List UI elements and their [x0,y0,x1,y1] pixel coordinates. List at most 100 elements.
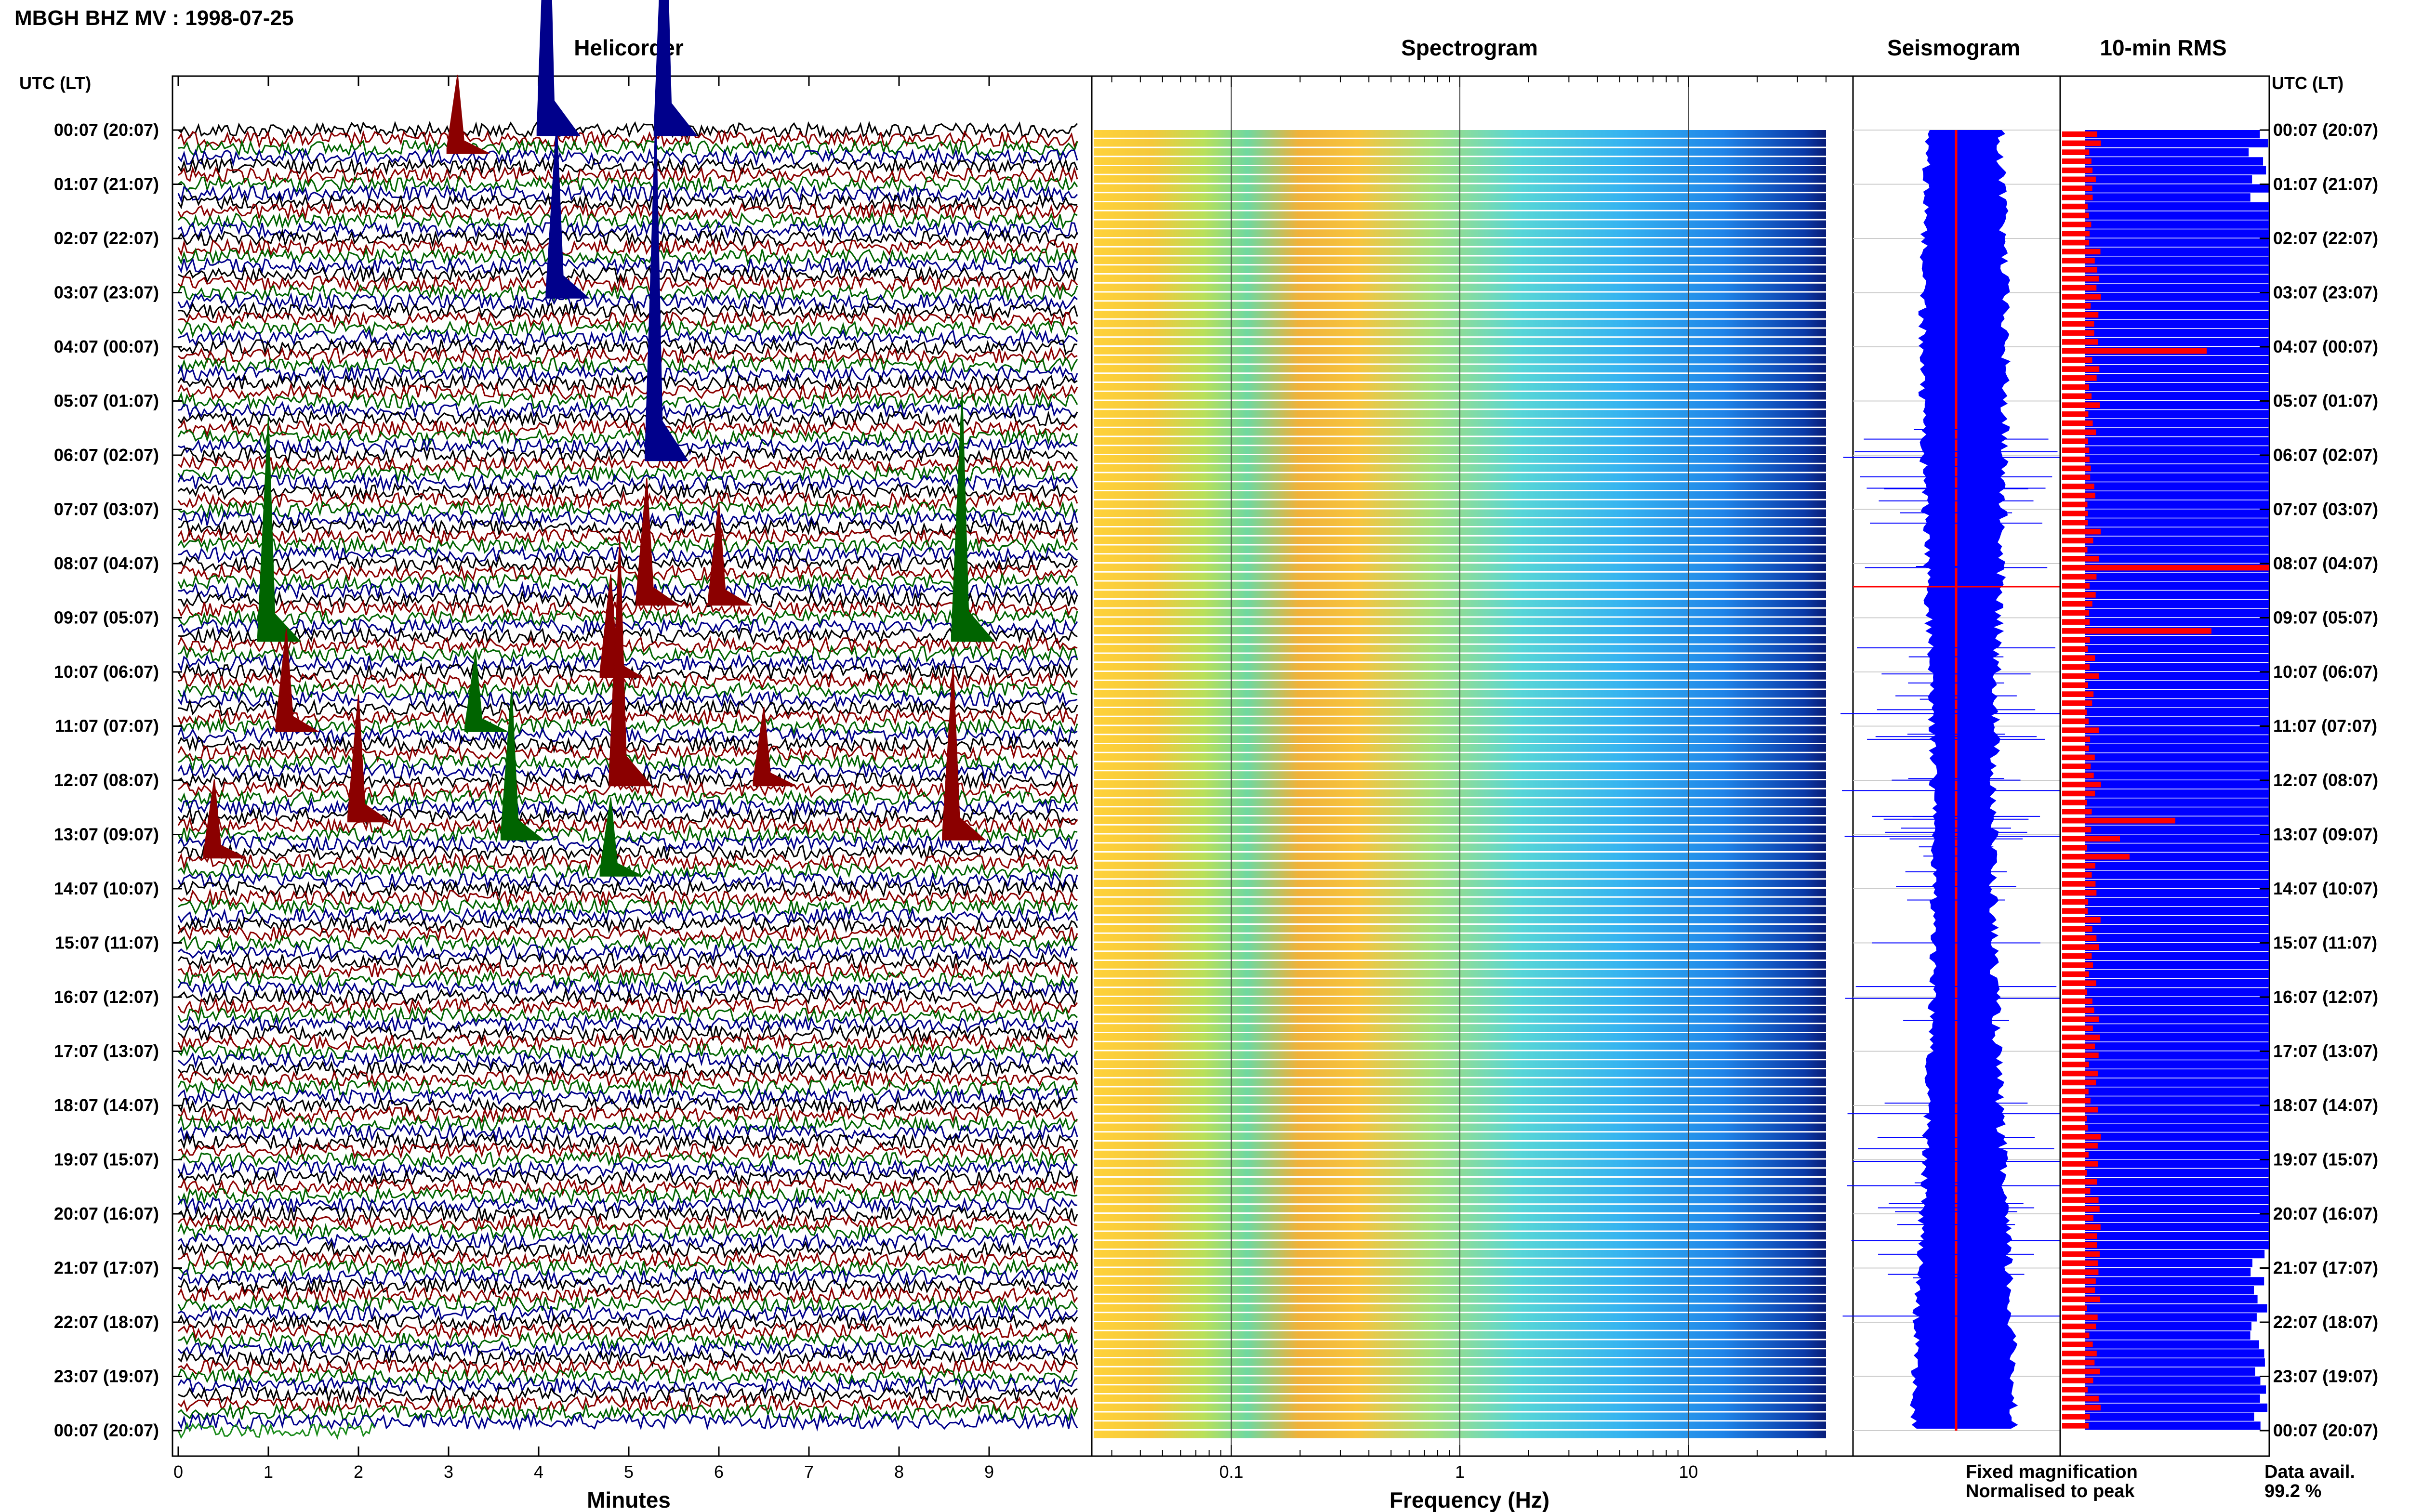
rms-bar-normalised [2062,962,2093,968]
rms-bar-normalised [2062,718,2089,724]
rms-bar-normalised [2062,1368,2100,1375]
rms-bar-normalised [2062,447,2090,453]
rms-bar-fixed [2085,880,2269,888]
rms-bar-fixed [2085,1313,2257,1322]
rms-bar-fixed [2085,527,2269,536]
rms-bar-fixed [2085,789,2269,798]
rms-bar-fixed [2085,663,2269,671]
rms-bar-normalised [2062,538,2093,544]
rms-bar-normalised [2062,809,2092,815]
rms-bar-fixed [2085,925,2269,933]
rms-bar-normalised [2062,1287,2095,1293]
right-time-label: 11:07 (07:07) [2273,716,2377,736]
rms-bar-normalised [2062,655,2095,661]
rms-bar-fixed [2085,383,2269,392]
spectrogram-x-tick-label: 1 [1455,1462,1465,1482]
rms-bar-normalised [2062,908,2088,914]
rms-bar-fixed [2085,1096,2269,1105]
right-time-labels: 00:07 (20:07) 01:07 (21:07) 02:07 (22:07) 0… [2260,120,2378,1440]
spectrogram-x-tick-label: 0.1 [1219,1462,1244,1482]
rms-bar-normalised [2062,1215,2093,1221]
rms-bar-normalised [2062,1269,2099,1275]
rms-bar-normalised [2062,1134,2101,1140]
helicorder-panel [172,0,1093,1457]
rms-bar-normalised [2062,1387,2088,1393]
helicorder-x-tick-label: 8 [894,1462,904,1482]
rms-bar-fixed [2085,1205,2269,1213]
rms-bar-normalised [2062,935,2097,941]
rms-bar-normalised [2062,944,2099,950]
rms-bar-normalised [2062,149,2090,155]
rms-bar-fixed [2085,1132,2269,1141]
rms-bar-normalised [2062,520,2088,526]
rms-bar-normalised [2062,492,2095,499]
rms-bar-normalised [2062,366,2100,372]
rms-bar-fixed [2085,1241,2269,1249]
rms-bar-normalised [2062,1143,2098,1149]
rms-bar-fixed [2085,1015,2269,1024]
spectrogram-x-tick-label: 10 [1679,1462,1698,1482]
rms-bar-fixed [2085,166,2266,175]
rms-bar-fixed [2085,220,2269,229]
rms-bar-fixed [2085,1421,2261,1430]
rms-bar-normalised [2062,348,2207,354]
helicorder-x-ticks: 0 1 2 3 4 5 6 7 8 9 [173,1462,994,1482]
rms-bar-normalised [2062,239,2090,246]
rms-bar-normalised [2062,1378,2093,1383]
rms-bar-fixed [2085,753,2269,762]
rms-bar-fixed [2085,401,2269,409]
rms-bar-fixed [2085,455,2269,464]
seismogram-title: Seismogram [1887,35,2020,60]
right-time-label: 23:07 (19:07) [2273,1367,2378,1386]
right-time-label: 15:07 (11:07) [2273,933,2377,953]
rms-bar-normalised [2062,484,2094,489]
rms-bar-normalised [2062,872,2092,878]
rms-bar-fixed [2085,870,2269,879]
right-time-label: 10:07 (06:07) [2273,662,2378,682]
rms-bar-normalised [2062,773,2094,778]
rms-bar-fixed [2085,771,2269,780]
rms-bar-normalised [2062,384,2089,390]
rms-bar-fixed [2085,193,2250,202]
rms-bar-fixed [2085,1123,2269,1132]
rms-bar-normalised [2062,1089,2089,1094]
rms-bar-normalised [2062,276,2099,282]
rms-bar-normalised [2062,1070,2098,1077]
right-time-label: 00:07 (20:07) [2273,120,2378,140]
rms-bar-normalised [2062,1242,2097,1248]
rms-bar-fixed [2085,672,2269,681]
rms-bar-normalised [2062,1125,2088,1131]
rms-bar-normalised [2062,709,2087,715]
left-time-label: 08:07 (04:07) [54,553,159,573]
rms-bar-normalised [2062,682,2088,688]
rms-bar-normalised [2062,185,2092,191]
rms-bar-fixed [2085,509,2269,518]
rms-bar-normalised [2062,637,2090,643]
rms-bar-fixed [2085,392,2269,400]
rms-bar-fixed [2085,690,2269,698]
rms-bar-normalised [2062,1098,2091,1104]
rms-bar-normalised [2062,411,2089,417]
rms-bar-normalised [2062,827,2091,833]
seismogram-panel [1840,75,2072,1457]
rms-bar-fixed [2085,572,2269,581]
rms-bar-normalised [2062,339,2098,345]
rms-bar-fixed [2085,997,2269,1006]
rms-bar-normalised [2062,1188,2091,1194]
rms-bar-normalised [2062,285,2097,291]
rms-bar-normalised [2062,158,2091,164]
rms-bar-normalised [2062,167,2093,173]
rms-bar-normalised [2062,222,2091,227]
rms-bar-normalised [2062,1106,2098,1113]
rms-bar-normalised [2062,1043,2095,1050]
right-time-label: 21:07 (17:07) [2273,1258,2378,1278]
rms-bar-normalised [2062,1351,2097,1356]
rms-bar-fixed [2085,311,2269,319]
left-time-label: 11:07 (07:07) [55,716,159,736]
rms-bar-normalised [2062,547,2088,552]
rms-bar-fixed [2085,654,2269,662]
rms-bar-fixed [2085,329,2269,337]
right-time-label: 16:07 (12:07) [2273,987,2378,1007]
rms-bar-normalised [2062,1296,2101,1302]
right-time-label: 13:07 (09:07) [2273,825,2378,844]
